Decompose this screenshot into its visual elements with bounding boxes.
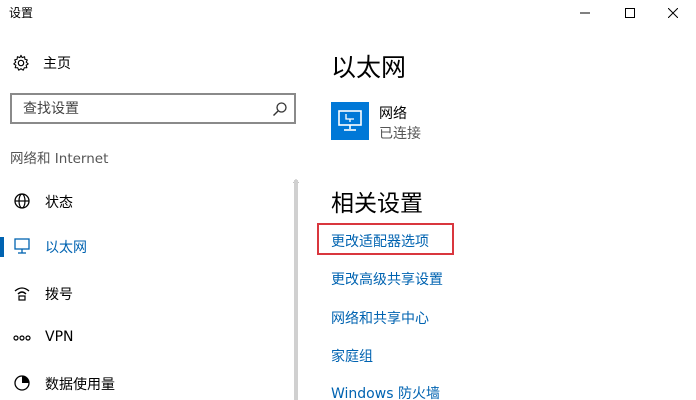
home-label: 主页 (43, 56, 71, 72)
close-button[interactable] (650, 0, 696, 26)
minimize-icon (580, 12, 590, 14)
vpn-icon (13, 329, 31, 347)
network-tile (331, 102, 369, 140)
sidebar-item-label: 以太网 (45, 240, 87, 256)
link-advanced-sharing-settings[interactable]: 更改高级共享设置 (331, 269, 443, 289)
home-button[interactable]: 主页 (12, 52, 71, 74)
ethernet-icon (13, 237, 31, 255)
search-box[interactable] (10, 93, 296, 124)
window-title: 设置 (9, 6, 34, 20)
close-icon (668, 8, 678, 18)
sidebar-item-data-usage[interactable]: 数据使用量 (0, 366, 296, 400)
dialup-icon (13, 284, 31, 302)
sidebar-scrollbar[interactable] (294, 180, 298, 400)
section-label: 网络和 Internet (10, 151, 109, 167)
search-input[interactable] (12, 95, 262, 122)
related-settings-title: 相关设置 (331, 191, 423, 217)
sidebar-item-label: VPN (45, 329, 74, 345)
sidebar-item-vpn[interactable]: VPN (0, 321, 296, 355)
globe-status-icon (13, 192, 31, 210)
page-title: 以太网 (331, 53, 407, 82)
sidebar-item-ethernet[interactable]: 以太网 (0, 229, 296, 263)
sidebar: 主页 网络和 Internet 状态 以太网 (0, 26, 310, 400)
sidebar-item-dialup[interactable]: 拨号 (0, 276, 296, 310)
sidebar-item-label: 数据使用量 (45, 377, 115, 393)
title-bar: 设置 (0, 0, 696, 26)
maximize-icon (625, 8, 635, 18)
sidebar-item-label: 拨号 (45, 287, 73, 303)
network-name: 网络 (379, 106, 407, 122)
link-windows-firewall[interactable]: Windows 防火墙 (331, 383, 440, 400)
gear-icon (13, 54, 29, 71)
sidebar-item-status[interactable]: 状态 (0, 184, 296, 218)
active-indicator (0, 237, 4, 257)
maximize-button[interactable] (607, 0, 653, 26)
sidebar-item-label: 状态 (45, 195, 73, 211)
link-homegroup[interactable]: 家庭组 (331, 346, 373, 366)
link-network-sharing-center[interactable]: 网络和共享中心 (331, 308, 429, 328)
link-change-adapter-options[interactable]: 更改适配器选项 (331, 231, 429, 251)
main-content: 以太网 网络 已连接 相关设置 更改适配器选项 更改高级共享设置 网络和共享中心… (310, 26, 696, 400)
network-computer-icon (338, 110, 362, 131)
network-status: 已连接 (379, 126, 421, 142)
search-icon[interactable] (272, 101, 288, 117)
minimize-button[interactable] (562, 0, 608, 26)
data-usage-icon (13, 374, 31, 392)
